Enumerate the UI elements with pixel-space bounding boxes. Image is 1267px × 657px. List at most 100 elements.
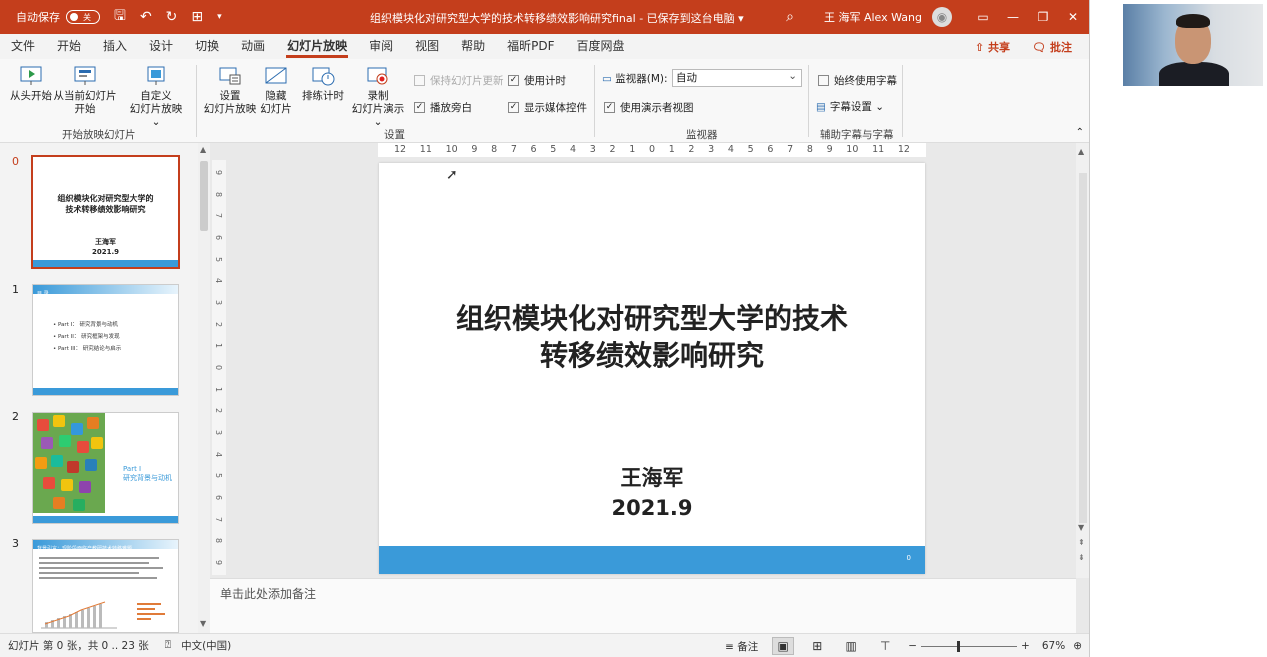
slide-title[interactable]: 组织模块化对研究型大学的技术 转移绩效影响研究 <box>379 300 925 374</box>
close-icon[interactable]: ✕ <box>1060 10 1086 24</box>
thumb-agenda-item: • Part II： 研究框架与发现 <box>53 334 120 340</box>
monitor-select[interactable]: 自动 <box>672 68 802 87</box>
search-icon[interactable]: ⌕ <box>786 9 794 25</box>
slide-thumbnail-0[interactable]: 组织模块化对研究型大学的技术转移绩效影响研究 王海军 2021.9 <box>31 155 180 269</box>
tab-file[interactable]: 文件 <box>0 34 46 59</box>
language-indicator[interactable]: 中文(中国) <box>181 638 231 653</box>
scrollbar-thumb[interactable] <box>1079 173 1087 523</box>
ruler-tick: 3 <box>214 299 224 305</box>
minimize-icon[interactable]: — <box>1000 10 1026 24</box>
ribbon-display-icon[interactable]: ▭ <box>970 10 996 24</box>
checkmark-icon: ✓ <box>508 75 519 86</box>
collapse-ribbon-icon[interactable]: ⌃ <box>1076 127 1084 138</box>
hide-slide-icon <box>265 67 287 84</box>
restore-icon[interactable]: ❐ <box>1030 10 1056 24</box>
tab-view[interactable]: 视图 <box>404 34 450 59</box>
zoom-in-icon[interactable]: + <box>1021 640 1030 652</box>
thumb-bottom-bar <box>33 260 178 267</box>
zoom-level[interactable]: 67% <box>1042 640 1065 652</box>
play-narrations-checkbox[interactable]: ✓ 播放旁白 <box>414 100 472 115</box>
tab-foxit-pdf[interactable]: 福昕PDF <box>496 34 565 59</box>
ruler-tick: 7 <box>214 516 224 522</box>
ruler-tick: 4 <box>214 451 224 457</box>
tab-insert[interactable]: 插入 <box>92 34 138 59</box>
scroll-up-icon[interactable]: ▲ <box>1078 147 1084 156</box>
save-icon[interactable]: 🖫 <box>114 5 126 29</box>
avatar[interactable]: ◉ <box>932 7 952 27</box>
zoom-out-icon[interactable]: − <box>908 640 917 652</box>
thumb-agenda-list: • Part I： 研究背景与动机 • Part II： 研究框架与发现 • P… <box>53 319 121 355</box>
from-beginning-button[interactable]: 从头开始 <box>8 65 54 103</box>
custom-slideshow-icon <box>147 66 165 85</box>
reading-view-icon[interactable]: ▥ <box>840 637 862 655</box>
slide-author-block[interactable]: 王海军 2021.9 <box>379 463 925 523</box>
normal-view-icon[interactable]: ▣ <box>772 637 795 655</box>
subtitle-settings-button[interactable]: ▤ 字幕设置 ⌄ <box>816 99 884 114</box>
custom-label-1: 自定义 <box>140 90 172 102</box>
from-current-button[interactable]: 从当前幻灯片 开始 <box>52 65 118 116</box>
presenter-view-checkbox[interactable]: ✓ 使用演示者视图 <box>604 100 694 115</box>
share-button[interactable]: ⇧ 共享 <box>975 39 1010 55</box>
user-name[interactable]: 王 海军 Alex Wang <box>824 9 922 25</box>
tab-home[interactable]: 开始 <box>46 34 92 59</box>
document-title[interactable]: 组织模块化对研究型大学的技术转移绩效影响研究final - 已保存到这台电脑 ▾ <box>370 10 744 26</box>
undo-icon[interactable]: ↶ <box>140 9 152 25</box>
autosave-toggle[interactable]: 关 <box>66 10 100 24</box>
slide-sorter-icon[interactable]: ⊞ <box>806 637 828 655</box>
comments-button[interactable]: 🗨 批注 <box>1032 39 1072 55</box>
title-bar: 自动保存 关 🖫 ↶ ↻ ⊞ ▾ 组织模块化对研究型大学的技术转移绩效影响研究f… <box>0 0 1089 34</box>
slideshow-quick-icon[interactable]: ⊞ <box>191 9 203 25</box>
fit-slide-icon[interactable]: ⊕ <box>1073 640 1082 652</box>
ruler-tick: 4 <box>214 278 224 284</box>
slide-thumbnail-3[interactable]: 背景引言：现阶段面临产教研技术转移难题 <box>32 539 179 633</box>
rehearse-timings-button[interactable]: 排练计时 <box>300 65 346 103</box>
tab-design[interactable]: 设计 <box>138 34 184 59</box>
accessibility-icon[interactable]: ⍰ <box>165 639 171 652</box>
tab-slideshow[interactable]: 幻灯片放映 <box>276 34 358 59</box>
scroll-down-icon[interactable]: ▼ <box>200 619 206 628</box>
notes-toggle-button[interactable]: ≡ 备注 <box>725 639 758 654</box>
keep-updated-checkbox[interactable]: 保持幻灯片更新 <box>414 73 504 88</box>
thumbnail-scrollbar[interactable]: ▲ ▼ <box>198 143 210 633</box>
slide-thumbnail-1[interactable]: 目 录 • Part I： 研究背景与动机 • Part II： 研究框架与发现… <box>32 284 179 396</box>
tab-help[interactable]: 帮助 <box>450 34 496 59</box>
use-timings-checkbox[interactable]: ✓ 使用计时 <box>508 73 566 88</box>
slideshow-view-icon[interactable]: ⊤ <box>874 637 896 655</box>
next-slide-icon[interactable]: ⇟ <box>1078 553 1085 562</box>
notes-pane[interactable]: 单击此处添加备注 <box>210 578 1076 633</box>
customize-toolbar-icon[interactable]: ▾ <box>217 12 222 22</box>
custom-slideshow-button[interactable]: 自定义 幻灯片放映 ⌄ <box>124 65 188 129</box>
editor-scrollbar[interactable]: ▲ ▼ ⇞ ⇟ <box>1076 143 1089 578</box>
scroll-down-icon[interactable]: ▼ <box>1078 523 1084 532</box>
scroll-up-icon[interactable]: ▲ <box>200 145 206 154</box>
ruler-tick: 7 <box>214 213 224 219</box>
ruler-tick: 2 <box>214 408 224 414</box>
ruler-tick: 1 <box>214 343 224 349</box>
ruler-tick: 10 <box>445 144 458 155</box>
record-slideshow-button[interactable]: 录制 幻灯片演示 ⌄ <box>346 65 410 129</box>
tab-animations[interactable]: 动画 <box>230 34 276 59</box>
tab-review[interactable]: 审阅 <box>358 34 404 59</box>
previous-slide-icon[interactable]: ⇞ <box>1078 538 1085 547</box>
ruler-tick: 7 <box>510 144 517 155</box>
checkbox-box <box>414 75 425 86</box>
play-narrations-label: 播放旁白 <box>430 102 472 114</box>
group-captions-label: 辅助字幕与字幕 <box>820 129 894 141</box>
thumb-part-sub: 研究背景与动机 <box>123 474 172 482</box>
hide-slide-button[interactable]: 隐藏 幻灯片 <box>256 65 296 116</box>
slide-canvas[interactable]: 组织模块化对研究型大学的技术 转移绩效影响研究 王海军 2021.9 0 <box>379 163 925 574</box>
thumb-author-name: 王海军 <box>95 238 116 246</box>
presenter-view-label: 使用演示者视图 <box>620 102 694 114</box>
show-media-checkbox[interactable]: ✓ 显示媒体控件 <box>508 100 587 115</box>
from-current-label-1: 从当前幻灯片 <box>53 90 117 102</box>
ruler-tick: 9 <box>471 144 478 155</box>
slide-thumbnail-pane: 0 组织模块化对研究型大学的技术转移绩效影响研究 王海军 2021.9 1 目 录… <box>0 143 210 633</box>
setup-slideshow-button[interactable]: 设置 幻灯片放映 <box>202 65 258 116</box>
tab-transitions[interactable]: 切换 <box>184 34 230 59</box>
slide-thumbnail-2[interactable]: Part I 研究背景与动机 <box>32 412 179 524</box>
redo-icon[interactable]: ↻ <box>166 9 178 25</box>
tab-baidu-netdisk[interactable]: 百度网盘 <box>566 34 636 59</box>
zoom-slider[interactable] <box>921 640 1018 652</box>
always-subtitles-checkbox[interactable]: 始终使用字幕 <box>818 73 897 88</box>
scrollbar-thumb[interactable] <box>200 161 208 231</box>
